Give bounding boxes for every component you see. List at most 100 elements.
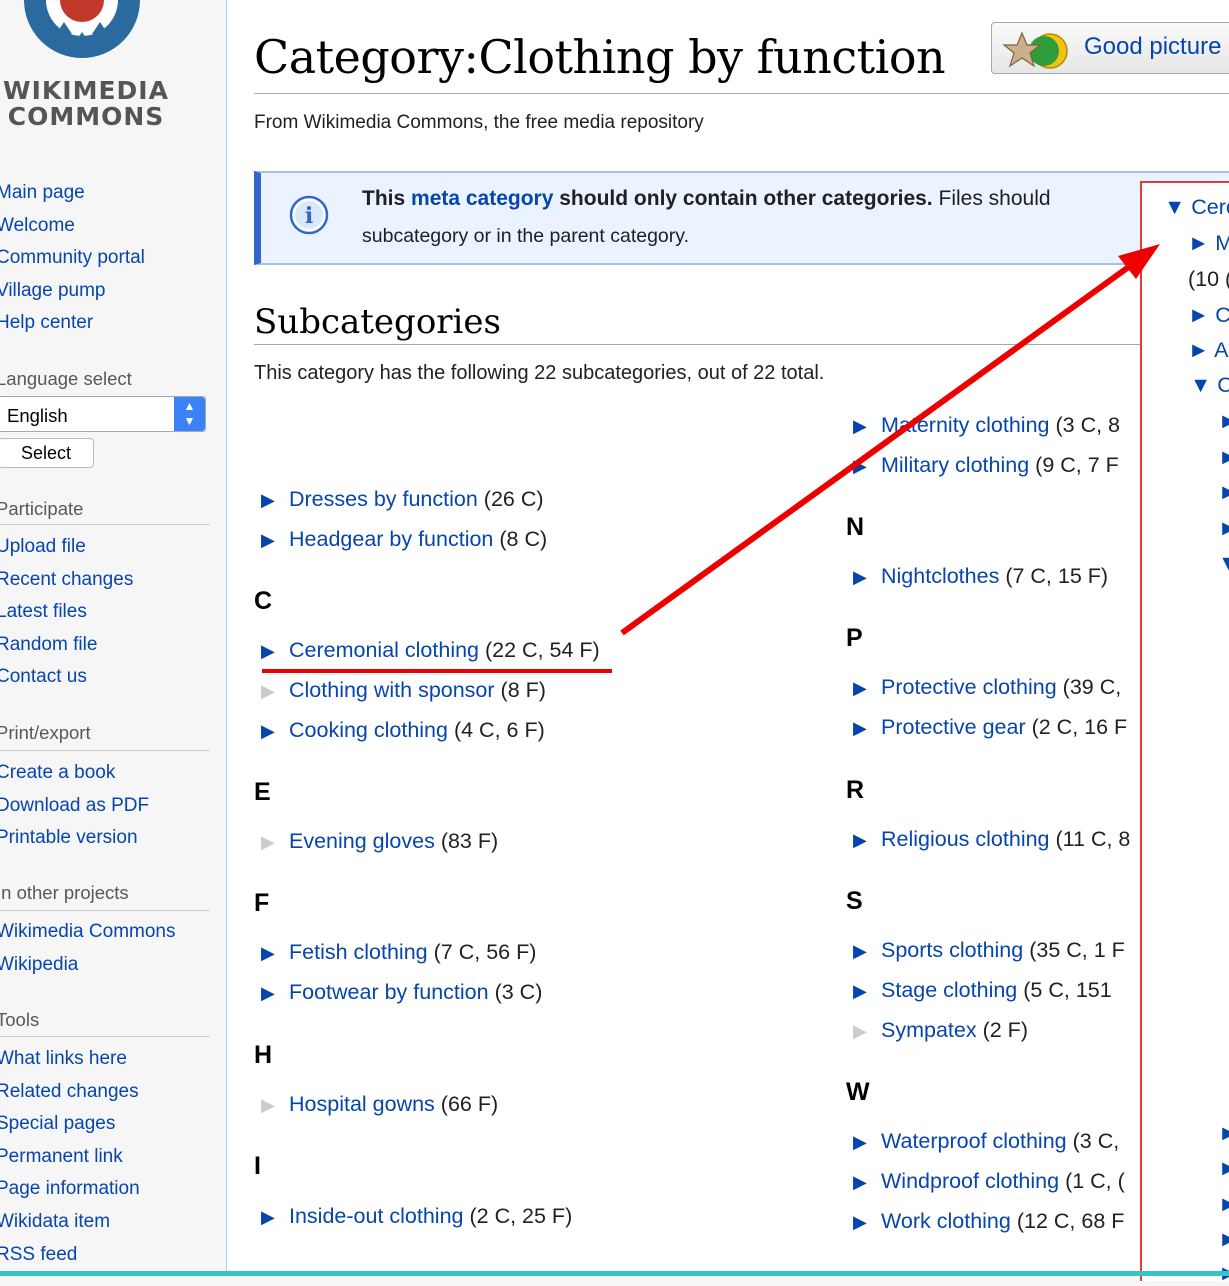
nav-random-file[interactable]: Random file <box>0 629 133 662</box>
nav-wikidata-item[interactable]: Wikidata item <box>0 1206 140 1239</box>
tree-item[interactable]: ▼ <box>1218 551 1229 576</box>
expand-triangle-icon[interactable]: ▶ <box>261 940 281 966</box>
subcategory-link[interactable]: Maternity clothing <box>881 413 1050 437</box>
nav-latest-files[interactable]: Latest files <box>0 596 133 629</box>
tree-item[interactable]: ▼ Cere <box>1164 195 1229 220</box>
other-projects-nav: Wikimedia Commons Wikipedia <box>0 916 175 981</box>
window-frame-bottom <box>0 1271 1229 1276</box>
tree-item[interactable]: (10 ( <box>1188 267 1229 292</box>
expand-triangle-icon[interactable]: ▶ <box>261 527 281 553</box>
nav-recent-changes[interactable]: Recent changes <box>0 564 133 597</box>
subcategory-link[interactable]: Stage clothing <box>881 978 1017 1002</box>
tree-item[interactable]: ► M <box>1188 231 1229 256</box>
language-dropdown[interactable]: English ▲ ▼ <box>0 396 206 432</box>
info-icon: i <box>289 195 329 235</box>
expand-triangle-icon[interactable]: ▶ <box>853 413 873 439</box>
tree-item[interactable]: ► A <box>1188 338 1228 363</box>
index-letter: E <box>254 778 271 806</box>
nav-contact-us[interactable]: Contact us <box>0 661 133 694</box>
expand-triangle-icon[interactable]: ▶ <box>853 827 873 853</box>
tree-item[interactable]: ► <box>1218 1192 1229 1217</box>
nav-wikipedia[interactable]: Wikipedia <box>0 949 175 982</box>
subcategory-link[interactable]: Inside-out clothing <box>289 1204 464 1228</box>
subcategory-link[interactable]: Headgear by function <box>289 527 493 551</box>
tree-item[interactable]: ► <box>1218 1156 1229 1181</box>
subcategory-link[interactable]: Hospital gowns <box>289 1092 435 1116</box>
nav-welcome[interactable]: Welcome <box>0 210 145 243</box>
subcategory-link[interactable]: Windproof clothing <box>881 1169 1059 1193</box>
expand-triangle-icon[interactable]: ▶ <box>853 938 873 964</box>
expand-triangle-icon[interactable]: ▶ <box>853 715 873 741</box>
subcategories-count: This category has the following 22 subca… <box>254 362 825 384</box>
subcategory-item: ▶ Protective clothing (39 C, <box>853 674 1121 701</box>
expand-triangle-icon[interactable]: ▶ <box>853 564 873 590</box>
expand-triangle-icon[interactable]: ▶ <box>261 718 281 744</box>
nav-permanent-link[interactable]: Permanent link <box>0 1141 140 1174</box>
tree-item[interactable]: ▼ C <box>1190 373 1229 398</box>
expand-triangle-icon[interactable]: ▶ <box>853 453 873 479</box>
nav-upload-file[interactable]: Upload file <box>0 531 133 564</box>
nav-page-information[interactable]: Page information <box>0 1173 140 1206</box>
nav-printable-version[interactable]: Printable version <box>0 822 149 855</box>
nav-help-center[interactable]: Help center <box>0 307 145 340</box>
empty-triangle-icon: ▶ <box>261 832 275 852</box>
subcategory-item: ▶ Evening gloves (83 F) <box>261 828 498 855</box>
subcategory-link[interactable]: Military clothing <box>881 453 1029 477</box>
subcategory-count: (2 C, 25 F) <box>469 1204 573 1228</box>
good-picture-label: Good picture <box>1084 33 1222 60</box>
subcategory-link[interactable]: Protective gear <box>881 715 1026 739</box>
subcategory-count: (66 F) <box>440 1092 499 1116</box>
subcategory-link[interactable]: Clothing with sponsor <box>289 678 495 702</box>
subcategory-link[interactable]: Religious clothing <box>881 827 1050 851</box>
expand-triangle-icon[interactable]: ▶ <box>853 1169 873 1195</box>
subcategory-link[interactable]: Waterproof clothing <box>881 1129 1067 1153</box>
meta-category-link[interactable]: meta category <box>411 187 553 210</box>
nav-related-changes[interactable]: Related changes <box>0 1076 140 1109</box>
tree-item[interactable]: ► C <box>1188 303 1229 328</box>
tree-item[interactable]: ► <box>1218 409 1229 434</box>
main-content: Category:Clothing by function Good pictu… <box>226 0 1229 1276</box>
subcategory-link[interactable]: Nightclothes <box>881 564 999 588</box>
subcategory-link[interactable]: Footwear by function <box>289 980 489 1004</box>
expand-triangle-icon[interactable]: ▶ <box>261 487 281 513</box>
index-letter: I <box>254 1152 261 1180</box>
nav-community-portal[interactable]: Community portal <box>0 242 145 275</box>
nav-special-pages[interactable]: Special pages <box>0 1108 140 1141</box>
expand-triangle-icon[interactable]: ▶ <box>853 1129 873 1155</box>
language-select-button[interactable]: Select <box>0 438 94 468</box>
wikimedia-commons-logo[interactable]: WIKIMEDIA COMMONS <box>0 0 186 140</box>
nav-create-book[interactable]: Create a book <box>0 757 149 790</box>
tree-item[interactable]: ► <box>1218 1227 1229 1252</box>
index-letter: P <box>846 624 863 652</box>
subcategory-link[interactable]: Cooking clothing <box>289 718 448 742</box>
nav-download-pdf[interactable]: Download as PDF <box>0 790 149 823</box>
nav-wikimedia-commons[interactable]: Wikimedia Commons <box>0 916 175 949</box>
good-picture-badge[interactable]: Good picture <box>991 22 1229 74</box>
subcategory-link[interactable]: Ceremonial clothing <box>289 638 479 662</box>
expand-triangle-icon[interactable]: ▶ <box>261 1204 281 1230</box>
nav-what-links-here[interactable]: What links here <box>0 1043 140 1076</box>
expand-triangle-icon[interactable]: ▶ <box>261 980 281 1006</box>
nav-rss-feed[interactable]: RSS feed <box>0 1239 140 1272</box>
expand-triangle-icon[interactable]: ▶ <box>853 1209 873 1235</box>
nav-main-page[interactable]: Main page <box>0 177 145 210</box>
sidebar: WIKIMEDIA COMMONS Main page Welcome Comm… <box>0 0 226 1276</box>
subcategory-link[interactable]: Evening gloves <box>289 829 435 853</box>
nav-village-pump[interactable]: Village pump <box>0 275 145 308</box>
print-export-heading: Print/export <box>0 722 91 743</box>
subcategory-link[interactable]: Dresses by function <box>289 487 478 511</box>
subcategory-link[interactable]: Work clothing <box>881 1209 1011 1233</box>
subcategory-link[interactable]: Sympatex <box>881 1018 977 1042</box>
expand-triangle-icon[interactable]: ▶ <box>853 978 873 1004</box>
subcategory-link[interactable]: Fetish clothing <box>289 940 428 964</box>
tree-item[interactable]: ► <box>1218 1121 1229 1146</box>
subcategory-link[interactable]: Sports clothing <box>881 938 1023 962</box>
subcategory-link[interactable]: Protective clothing <box>881 675 1057 699</box>
portal-divider <box>0 750 210 751</box>
tree-item[interactable]: ► <box>1218 516 1229 541</box>
tree-item[interactable]: ► <box>1218 480 1229 505</box>
expand-triangle-icon[interactable]: ▶ <box>853 675 873 701</box>
tree-item[interactable]: ► <box>1218 445 1229 470</box>
expand-triangle-icon[interactable]: ▶ <box>261 638 281 664</box>
participate-heading: Participate <box>0 498 84 519</box>
